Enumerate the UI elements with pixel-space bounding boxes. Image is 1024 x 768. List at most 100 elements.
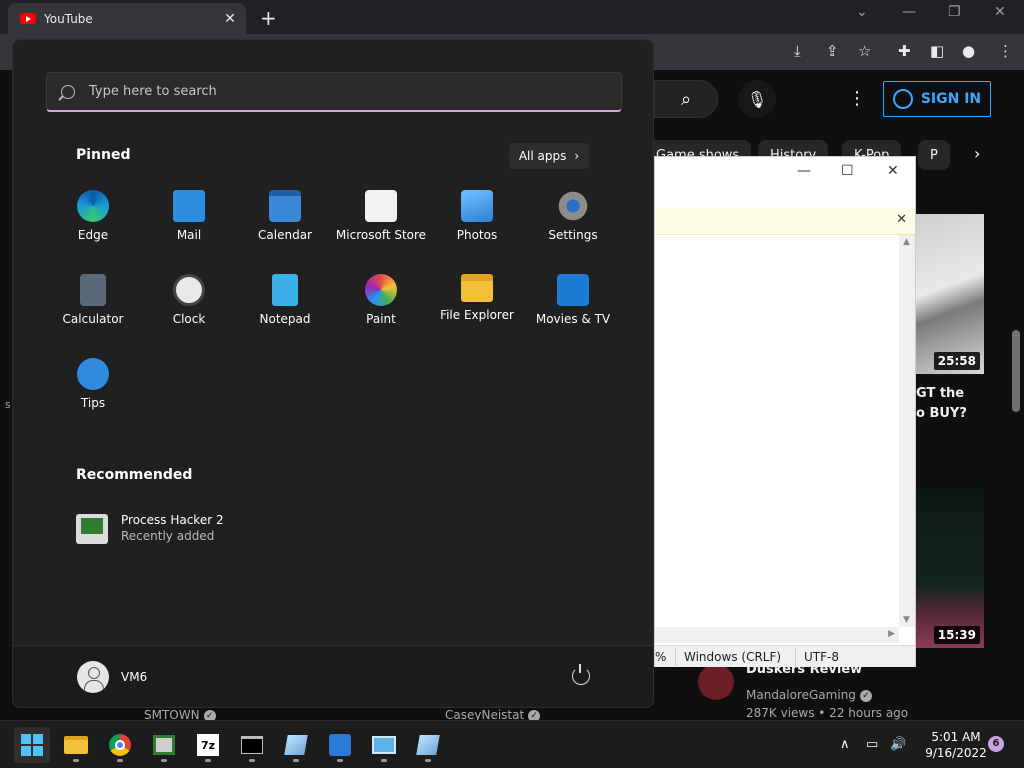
pinned-app-paint[interactable]: Paint	[333, 274, 429, 344]
video-thumbnail[interactable]: 25:58	[916, 214, 984, 374]
pinned-app-file-explorer[interactable]: File Explorer	[429, 274, 525, 344]
extensions-puzzle-icon[interactable]: ✚	[898, 42, 911, 60]
pinned-app-movies-tv[interactable]: Movies & TV	[525, 274, 621, 344]
pinned-app-label: Calendar	[258, 228, 312, 242]
process-hacker-icon	[76, 514, 108, 544]
notepad-vertical-scrollbar[interactable]: ▲ ▼	[899, 235, 915, 627]
taskbar-app-generic-1[interactable]	[278, 727, 314, 763]
network-icon[interactable]: ▭	[866, 737, 878, 752]
notification-badge[interactable]: 6	[988, 736, 1004, 752]
new-tab-button[interactable]: +	[260, 6, 277, 30]
youtube-search-button[interactable]: ⌕	[654, 80, 718, 118]
pinned-app-tips[interactable]: Tips	[45, 358, 141, 428]
taskbar-7zip[interactable]: 7z	[190, 727, 226, 763]
install-icon[interactable]: ⤓	[794, 42, 801, 60]
running-indicator	[381, 759, 387, 762]
notepad-window[interactable]: — ☐ ✕ ✕ ▲ ▼ ▶ % Windows (CRLF) UTF-8	[654, 156, 916, 667]
taskbar-app-generic-2[interactable]	[322, 727, 358, 763]
pinned-app-clock[interactable]: Clock	[141, 274, 237, 344]
pinned-app-mail[interactable]: Mail	[141, 190, 237, 260]
tips-icon	[77, 358, 109, 390]
taskbar: 7z ∧ ▭ 🔊 5:01 AM 9/16/2022 6	[0, 720, 1024, 768]
restore-icon[interactable]: ❐	[948, 4, 961, 20]
video-meta: 287K views • 22 hours ago	[746, 706, 909, 720]
close-window-icon[interactable]: ✕	[994, 4, 1006, 20]
pinned-app-label: Notepad	[259, 312, 311, 326]
calendar-icon	[269, 190, 301, 222]
status-separator	[795, 648, 796, 666]
chevron-right-icon: ›	[574, 149, 580, 163]
recommended-item[interactable]: Process Hacker 2 Recently added	[76, 510, 376, 550]
pinned-app-microsoft-store[interactable]: Microsoft Store	[333, 190, 429, 260]
pinned-app-label: Tips	[80, 396, 106, 410]
taskbar-process-hacker[interactable]	[146, 727, 182, 763]
notepad-close-icon[interactable]: ✕	[887, 163, 899, 179]
taskbar-app-generic-3[interactable]	[366, 727, 402, 763]
recommended-item-subtitle: Recently added	[121, 529, 215, 543]
scroll-down-icon[interactable]: ▼	[903, 615, 910, 625]
taskbar-app-generic-4[interactable]	[410, 727, 446, 763]
tab-close-icon[interactable]: ✕	[220, 11, 240, 27]
pinned-app-edge[interactable]: Edge	[45, 190, 141, 260]
notepad-titlebar[interactable]: — ☐ ✕	[655, 157, 915, 189]
user-name[interactable]: VM6	[121, 670, 147, 684]
notepad-minimize-icon[interactable]: —	[797, 163, 811, 179]
video-duration: 25:58	[933, 352, 980, 370]
pinned-app-calculator[interactable]: Calculator	[45, 274, 141, 344]
volume-icon[interactable]: 🔊	[890, 737, 906, 752]
video-title-line1[interactable]: GT the	[916, 386, 964, 401]
settings-gear-icon	[557, 190, 589, 222]
tab-title: YouTube	[44, 11, 93, 26]
taskbar-file-explorer[interactable]	[58, 727, 94, 763]
minimize-icon[interactable]: —	[902, 4, 916, 20]
photos-icon	[461, 190, 493, 222]
video-title-line2[interactable]: o BUY?	[916, 406, 967, 421]
pinned-app-calendar[interactable]: Calendar	[237, 190, 333, 260]
sign-in-button[interactable]: SIGN IN	[883, 81, 991, 117]
notepad-maximize-icon[interactable]: ☐	[841, 163, 854, 179]
user-avatar-icon[interactable]	[77, 661, 109, 693]
status-zoom: %	[655, 650, 667, 664]
taskbar-terminal[interactable]	[234, 727, 270, 763]
notepad-horizontal-scrollbar[interactable]: ▶	[655, 627, 899, 643]
start-button[interactable]	[14, 727, 50, 763]
all-apps-button[interactable]: All apps ›	[509, 143, 589, 169]
edge-icon	[77, 190, 109, 222]
running-indicator	[73, 759, 79, 762]
settings-dots-icon[interactable]: ⋮	[848, 88, 866, 109]
taskbar-clock[interactable]: 5:01 AM 9/16/2022	[920, 729, 992, 761]
share-icon[interactable]: ⇪	[826, 42, 839, 60]
channel-name[interactable]: MandaloreGaming ✓	[746, 688, 872, 702]
power-icon[interactable]	[572, 664, 590, 685]
pinned-app-settings[interactable]: Settings	[525, 190, 621, 260]
pinned-app-notepad[interactable]: Notepad	[237, 274, 333, 344]
video-thumbnail-2[interactable]: 15:39	[916, 488, 984, 648]
recommended-item-title: Process Hacker 2	[121, 513, 224, 527]
taskbar-chrome[interactable]	[102, 727, 138, 763]
chrome-menu-icon[interactable]: ⋮	[998, 42, 1013, 60]
chip-partial[interactable]: P	[918, 140, 950, 170]
pinned-app-label: Paint	[366, 312, 396, 326]
microphone-icon: 🎙	[746, 89, 768, 109]
voice-search-button[interactable]: 🎙	[738, 80, 776, 118]
page-scrollbar[interactable]	[1012, 330, 1020, 412]
tab-youtube[interactable]: YouTube ✕	[8, 3, 246, 34]
info-bar-close-icon[interactable]: ✕	[896, 212, 907, 227]
video-list-item[interactable]: Duskers Review MandaloreGaming ✓ 287K vie…	[654, 660, 1024, 724]
search-icon	[61, 84, 75, 99]
tab-search-chevron-icon[interactable]: ⌄	[856, 4, 868, 20]
side-panel-icon[interactable]: ◧	[930, 42, 944, 60]
status-separator	[675, 648, 676, 666]
pinned-app-photos[interactable]: Photos	[429, 190, 525, 260]
tray-overflow-chevron-icon[interactable]: ∧	[840, 737, 850, 752]
running-indicator	[249, 759, 255, 762]
bookmark-star-icon[interactable]: ☆	[858, 42, 871, 60]
start-search-input[interactable]: Type here to search	[46, 72, 622, 112]
scroll-right-icon[interactable]: ▶	[888, 629, 895, 639]
status-line-ending: Windows (CRLF)	[684, 650, 782, 664]
profile-icon[interactable]: ●	[962, 42, 975, 60]
channel-avatar[interactable]	[698, 664, 734, 700]
scroll-up-icon[interactable]: ▲	[903, 237, 910, 247]
running-indicator	[161, 759, 167, 762]
chevron-right-icon[interactable]: ›	[974, 144, 980, 163]
